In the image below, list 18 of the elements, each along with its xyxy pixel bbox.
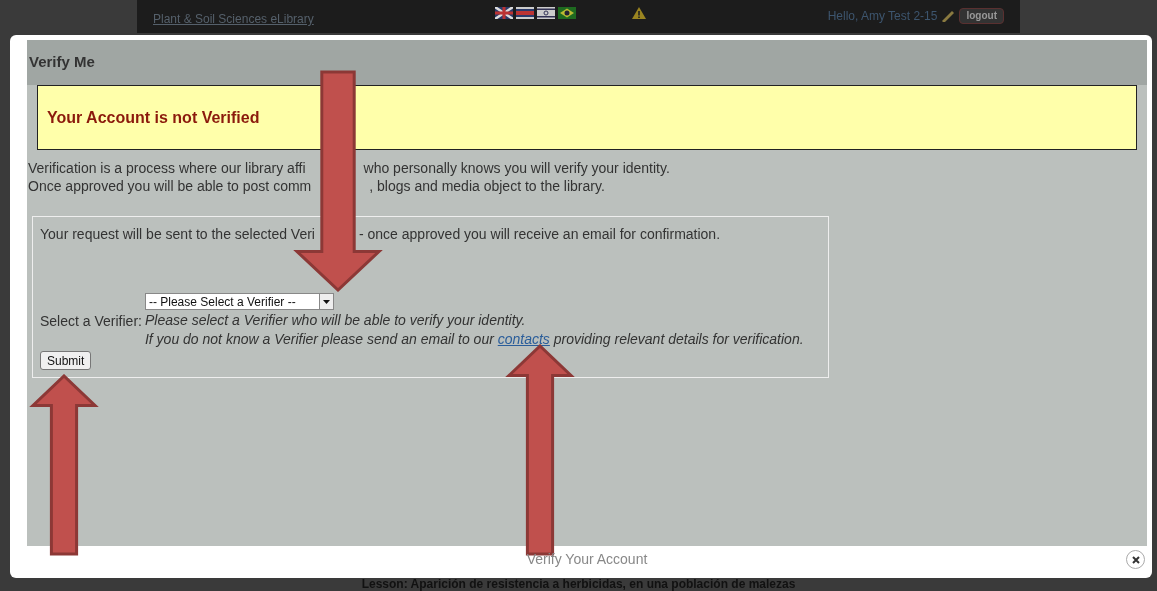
intro-text: who personally knows you will verify your identity.: [363, 159, 670, 177]
notice-text: Your request will be sent to the selected Veri: [40, 225, 315, 244]
notice-text: - once approved you will receive an email for confirmation.: [359, 225, 721, 244]
contacts-link[interactable]: contacts: [497, 331, 550, 347]
help-text: Please select a Verifier who will be able to verify your identity.: [144, 311, 527, 330]
contact-text: If you do not know a Verifier please send an email to our contacts providing relevant details for verification.: [144, 330, 804, 349]
submit-button[interactable]: Submit: [40, 351, 92, 370]
alert-text: Your Account is not Verified: [47, 107, 260, 128]
intro-text: Once approved you will be able to post comm: [28, 177, 312, 195]
intro-text: , blogs and media object to the library.: [369, 177, 605, 195]
greeting-text: Hello, Amy Test 2-15: [827, 8, 938, 25]
verifier-select[interactable]: -- Please Select a Verifier --: [144, 293, 334, 310]
intro-text: Verification is a process where our library affi: [28, 159, 306, 177]
site-link[interactable]: Plant & Soil Sciences eLibrary: [153, 10, 314, 28]
modal-caption: Verify Your Account: [526, 550, 648, 569]
modal-title: Verify Me: [29, 52, 95, 73]
logout-button[interactable]: logout: [959, 8, 1004, 24]
verifier-label: Select a Verifier:: [40, 312, 142, 331]
